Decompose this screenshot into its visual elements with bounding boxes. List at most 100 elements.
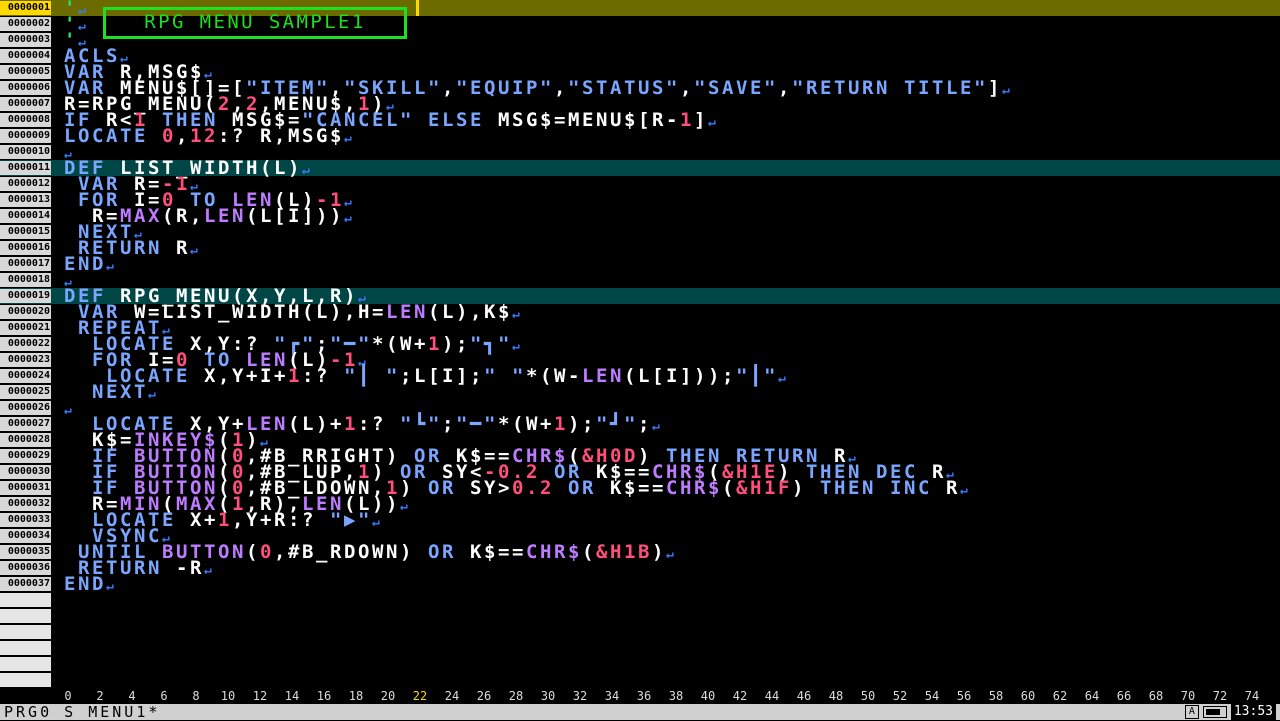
- line-number: 0000003: [0, 33, 51, 47]
- line-number: 0000014: [0, 209, 51, 223]
- line-number: 0000019: [0, 289, 51, 303]
- ruler-tick: 46: [796, 689, 812, 703]
- code-line[interactable]: 0000011 DEF LIST_WIDTH(L)↵: [0, 159, 1280, 178]
- empty-line: [0, 656, 1280, 672]
- code-line[interactable]: 0000024 LOCATE X,Y+I+1:? "┃ ";L[I];" "*(…: [0, 367, 1280, 386]
- empty-line: [0, 592, 1280, 608]
- code-line[interactable]: 0000020 VAR W=LIST_WIDTH(L),H=LEN(L),K$↵: [0, 303, 1280, 322]
- line-number: 0000004: [0, 49, 51, 63]
- code-line[interactable]: 0000014 R=MAX(R,LEN(L[I]))↵: [0, 207, 1280, 226]
- battery-icon: [1202, 706, 1227, 718]
- ruler-tick: 38: [668, 689, 684, 703]
- ruler-tick: 28: [508, 689, 524, 703]
- line-number: 0000028: [0, 433, 51, 447]
- line-number: 0000034: [0, 529, 51, 543]
- line-number-empty: [0, 609, 51, 623]
- code-line[interactable]: 0000017 END↵: [0, 255, 1280, 275]
- code-text: LOCATE 0,12:? R,MSG$↵: [64, 127, 354, 147]
- ruler-tick: 26: [476, 689, 492, 703]
- line-number: 0000010: [0, 145, 51, 159]
- line-number: 0000015: [0, 225, 51, 239]
- line-number: 0000035: [0, 545, 51, 559]
- ruler-tick: 52: [892, 689, 908, 703]
- ruler-tick: 12: [252, 689, 268, 703]
- line-number: 0000006: [0, 81, 51, 95]
- ruler-tick: 56: [956, 689, 972, 703]
- line-number: 0000037: [0, 577, 51, 591]
- code-line[interactable]: 0000025 NEXT↵: [0, 383, 1280, 403]
- code-line[interactable]: 0000033 LOCATE X+1,Y+R:? "▶"↵: [0, 511, 1280, 530]
- line-number: 0000001: [0, 1, 51, 15]
- ruler-tick: 36: [636, 689, 652, 703]
- ruler-tick: 58: [988, 689, 1004, 703]
- line-number: 0000017: [0, 257, 51, 271]
- code-editor[interactable]: 0000001 '↵ 0000002 '↵ 0000003 '↵ 0000004 ACLS↵ 0…: [0, 0, 1280, 688]
- code-text: END↵: [64, 575, 116, 595]
- program-slot-title: PRG0 S_MENU1*: [4, 703, 161, 721]
- ruler-tick: 34: [604, 689, 620, 703]
- line-number: 0000022: [0, 337, 51, 351]
- empty-line: [0, 608, 1280, 624]
- line-number: 0000031: [0, 481, 51, 495]
- line-number: 0000005: [0, 65, 51, 79]
- line-number-empty: [0, 593, 51, 607]
- ruler-tick: 72: [1212, 689, 1228, 703]
- line-number-empty: [0, 657, 51, 671]
- status-bar: PRG0 S_MENU1* A 13:53: [0, 704, 1280, 720]
- ruler-tick: 30: [540, 689, 556, 703]
- ruler-tick: 8: [192, 689, 200, 703]
- ruler-tick: 48: [828, 689, 844, 703]
- ruler-tick: 14: [284, 689, 300, 703]
- line-number: 0000008: [0, 113, 51, 127]
- ruler-tick: 22: [412, 689, 428, 703]
- line-number: 0000021: [0, 321, 51, 335]
- clock: 13:53: [1230, 704, 1276, 720]
- line-number: 0000009: [0, 129, 51, 143]
- ruler-tick: 40: [700, 689, 716, 703]
- line-number: 0000025: [0, 385, 51, 399]
- ruler-tick: 54: [924, 689, 940, 703]
- ruler-tick: 20: [380, 689, 396, 703]
- line-number-empty: [0, 641, 51, 655]
- code-text: NEXT↵: [64, 383, 158, 403]
- ruler-tick: 68: [1148, 689, 1164, 703]
- line-number: 0000007: [0, 97, 51, 111]
- ruler-tick: 44: [764, 689, 780, 703]
- code-line[interactable]: 0000015 NEXT↵: [0, 223, 1280, 242]
- column-ruler: 0 2 4 6 8 10 12 14 16 18 20 22 24 26 28 30 32 34 36 38 40 42 4…: [0, 688, 1280, 704]
- ruler-tick: 74: [1244, 689, 1260, 703]
- line-number-empty: [0, 625, 51, 639]
- code-line[interactable]: 0000036 RETURN -R↵: [0, 559, 1280, 578]
- ruler-tick: 6: [160, 689, 168, 703]
- line-number: 0000026: [0, 401, 51, 415]
- ruler-tick: 4: [128, 689, 136, 703]
- empty-line: [0, 640, 1280, 656]
- line-number: 0000036: [0, 561, 51, 575]
- ruler-tick: 0: [64, 689, 72, 703]
- ruler-tick: 42: [732, 689, 748, 703]
- line-number: 0000016: [0, 241, 51, 255]
- line-number: 0000027: [0, 417, 51, 431]
- title-comment-box: RPG MENU SAMPLE1: [103, 7, 407, 39]
- empty-line: [0, 624, 1280, 640]
- line-number: 0000029: [0, 449, 51, 463]
- ruler-tick: 50: [860, 689, 876, 703]
- code-line[interactable]: 0000016 RETURN R↵: [0, 239, 1280, 258]
- line-number: 0000033: [0, 513, 51, 527]
- keyboard-mode-icon: A: [1184, 705, 1199, 719]
- code-line[interactable]: 0000037 END↵: [0, 575, 1280, 595]
- line-number-empty: [0, 673, 51, 687]
- ruler-tick: 60: [1020, 689, 1036, 703]
- code-line[interactable]: 0000009 LOCATE 0,12:? R,MSG$↵: [0, 127, 1280, 147]
- code-text: END↵: [64, 255, 116, 275]
- line-number: 0000020: [0, 305, 51, 319]
- ruler-tick: 10: [220, 689, 236, 703]
- line-number: 0000023: [0, 353, 51, 367]
- text-cursor: [416, 0, 419, 16]
- ruler-tick: 64: [1084, 689, 1100, 703]
- line-number: 0000018: [0, 273, 51, 287]
- ruler-tick: 62: [1052, 689, 1068, 703]
- ruler-tick: 24: [444, 689, 460, 703]
- line-number: 0000013: [0, 193, 51, 207]
- ruler-tick: 16: [316, 689, 332, 703]
